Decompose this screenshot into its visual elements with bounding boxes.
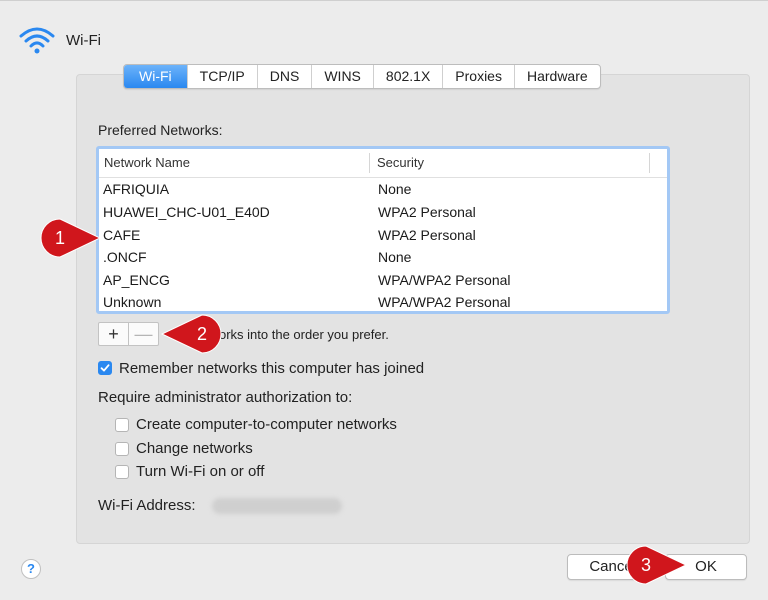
network-name: CAFE (103, 227, 141, 243)
change-networks-label: Change networks (136, 440, 253, 457)
checkmark-icon (100, 364, 110, 372)
table-row[interactable]: .ONCF None (99, 246, 667, 268)
add-network-button[interactable]: + (99, 323, 128, 345)
add-remove-control: + — (98, 322, 159, 346)
change-networks-checkbox[interactable] (115, 442, 129, 456)
network-security: WPA/WPA2 Personal (378, 272, 511, 288)
callout-number: 1 (55, 228, 65, 248)
remove-network-button[interactable]: — (128, 323, 158, 345)
tab-proxies[interactable]: Proxies (442, 65, 514, 88)
network-security: WPA/WPA2 Personal (378, 294, 511, 310)
wifi-address-value-redacted (212, 498, 342, 514)
table-row[interactable]: CAFE WPA2 Personal (99, 224, 667, 246)
network-name: AP_ENCG (103, 272, 170, 288)
remember-networks-checkbox[interactable] (98, 361, 112, 375)
create-networks-checkbox[interactable] (115, 418, 129, 432)
table-header: Network Name Security (99, 149, 667, 178)
table-row[interactable]: Unknown WPA/WPA2 Personal (99, 291, 667, 313)
window-top-border (0, 0, 768, 1)
column-divider (649, 153, 650, 173)
tab-hardware[interactable]: Hardware (513, 65, 600, 88)
toggle-wifi-checkbox[interactable] (115, 465, 129, 479)
callout-marker-3: 3 (626, 545, 688, 585)
column-security[interactable]: Security (377, 155, 424, 170)
callout-marker-1: 1 (40, 218, 102, 258)
table-row[interactable]: AP_ENCG WPA/WPA2 Personal (99, 269, 667, 291)
preferred-networks-label: Preferred Networks: (98, 122, 223, 138)
tab-8021x[interactable]: 802.1X (372, 65, 442, 88)
network-name: HUAWEI_CHC-U01_E40D (103, 204, 270, 220)
reorder-hint: tworks into the order you prefer. (206, 327, 389, 342)
tab-bar: Wi-Fi TCP/IP DNS WINS 802.1X Proxies Har… (123, 64, 601, 89)
tab-dns[interactable]: DNS (256, 65, 312, 88)
network-table[interactable]: Network Name Security AFRIQUIA None HUAW… (96, 146, 670, 314)
network-name: .ONCF (103, 249, 147, 265)
admin-auth-label: Require administrator authorization to: (98, 389, 353, 406)
help-button[interactable]: ? (21, 559, 41, 579)
tab-wifi[interactable]: Wi-Fi (124, 65, 187, 88)
tab-tcp-ip[interactable]: TCP/IP (186, 65, 257, 88)
wifi-address-label: Wi-Fi Address: (98, 497, 196, 514)
callout-marker-2: 2 (160, 314, 222, 354)
callout-number: 3 (641, 555, 651, 575)
network-security: None (378, 249, 412, 265)
remember-networks-label: Remember networks this computer has join… (119, 360, 425, 377)
header: Wi-Fi (18, 24, 101, 56)
network-name: Unknown (103, 294, 162, 310)
network-name: AFRIQUIA (103, 181, 170, 197)
create-networks-label: Create computer-to-computer networks (136, 416, 397, 433)
column-network-name[interactable]: Network Name (104, 155, 190, 170)
callout-number: 2 (197, 324, 207, 344)
network-security: WPA2 Personal (378, 204, 476, 220)
toggle-wifi-label: Turn Wi-Fi on or off (136, 463, 265, 480)
tab-wins[interactable]: WINS (311, 65, 373, 88)
table-row[interactable]: HUAWEI_CHC-U01_E40D WPA2 Personal (99, 201, 667, 223)
page-title: Wi-Fi (66, 31, 101, 49)
table-row[interactable]: AFRIQUIA None (99, 178, 667, 200)
network-security: WPA2 Personal (378, 227, 476, 243)
wifi-icon (19, 27, 55, 54)
column-divider (369, 153, 370, 173)
network-security: None (378, 181, 412, 197)
